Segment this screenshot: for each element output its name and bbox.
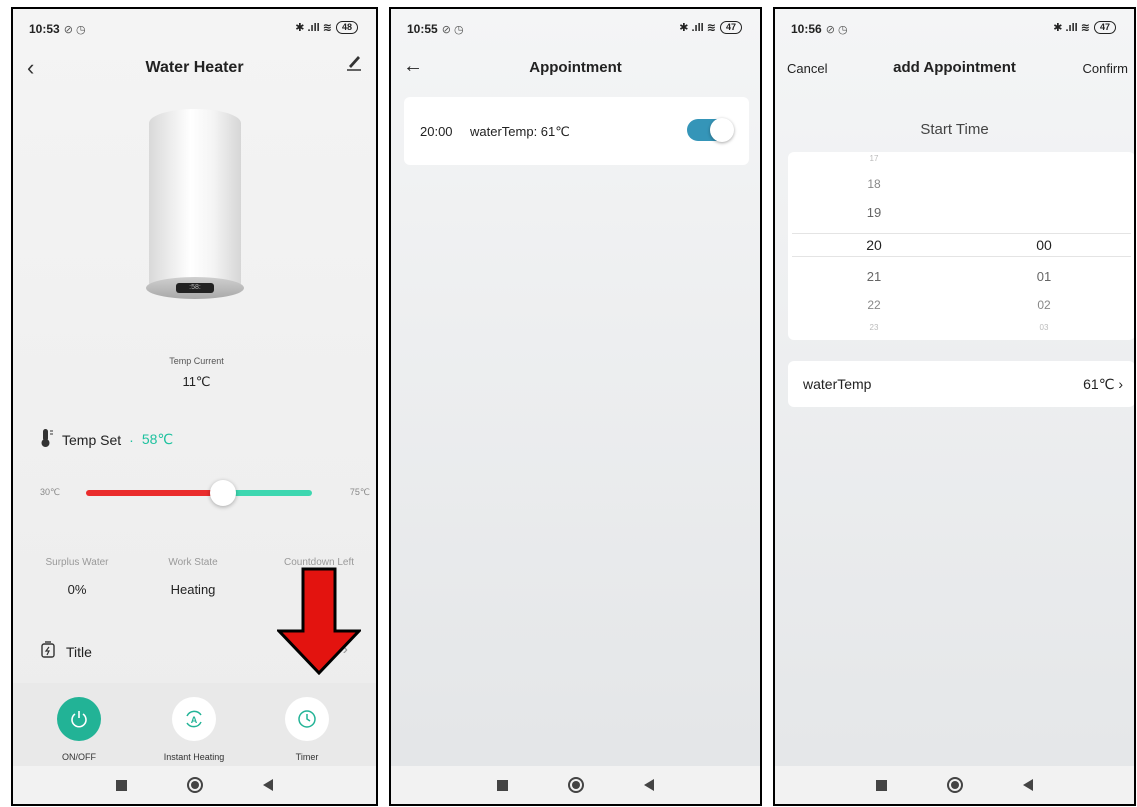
water-heater-image: :58: bbox=[146, 109, 244, 299]
page-title: Water Heater bbox=[145, 59, 244, 76]
hour-option: 23 bbox=[869, 323, 879, 332]
minute-selected: 00 bbox=[1036, 237, 1052, 253]
status-time: 10:55 bbox=[407, 22, 438, 36]
stat-label: Work State bbox=[168, 557, 218, 568]
water-heater-screen: 10:53 ⊘ ◷ ✱ .ıll ≋ 48 ‹ Water Heater :58:… bbox=[11, 7, 378, 806]
chevron-right-icon: › bbox=[1118, 376, 1123, 392]
hour-selected: 20 bbox=[866, 237, 882, 253]
back-nav-icon[interactable] bbox=[263, 779, 273, 791]
system-nav-bar bbox=[13, 766, 376, 804]
stat-value: 0% bbox=[67, 582, 87, 597]
battery-icon: 48 bbox=[335, 21, 358, 34]
svg-text:A: A bbox=[191, 715, 198, 725]
minute-option: 03 bbox=[1039, 323, 1049, 332]
alarm-icon: ⊘ ◷ bbox=[441, 24, 464, 36]
status-time: 10:53 bbox=[29, 22, 60, 36]
back-nav-icon[interactable] bbox=[1023, 779, 1033, 791]
clock-icon bbox=[298, 710, 316, 728]
start-time-label: Start Time bbox=[920, 121, 989, 138]
appointment-toggle[interactable] bbox=[687, 118, 734, 142]
temp-set-row: Temp Set · 58℃ bbox=[40, 428, 173, 451]
appointment-screen: 10:55 ⊘ ◷ ✱ .ıll ≋ 47 ← Appointment 20:00… bbox=[389, 7, 762, 806]
home-icon[interactable] bbox=[568, 777, 584, 793]
title-row-label: Title bbox=[66, 643, 92, 660]
status-time: 10:56 bbox=[791, 22, 822, 36]
title-row[interactable]: Title bbox=[40, 641, 92, 662]
timer-button[interactable]: Timer bbox=[257, 697, 357, 762]
timer-box-icon bbox=[40, 641, 56, 662]
slider-min-label: 30℃ bbox=[40, 487, 61, 497]
home-icon[interactable] bbox=[187, 777, 203, 793]
temp-set-value: 58℃ bbox=[141, 431, 174, 447]
action-label: Instant Heating bbox=[163, 752, 225, 762]
battery-icon: 47 bbox=[1093, 21, 1116, 34]
slider-max-label: 75℃ bbox=[349, 487, 370, 497]
picker-divider bbox=[792, 233, 1131, 234]
action-bar: ON/OFF A Instant Heating Timer bbox=[13, 683, 376, 770]
alarm-icon: ⊘ ◷ bbox=[63, 24, 86, 36]
slider-thumb[interactable] bbox=[210, 480, 236, 506]
recents-icon[interactable] bbox=[876, 779, 887, 791]
page-title: add Appointment bbox=[893, 59, 1016, 76]
time-picker[interactable]: 17 18 19 20 21 22 23 00 01 02 03 bbox=[788, 152, 1134, 340]
red-arrow-annotation bbox=[277, 567, 361, 675]
hour-option: 21 bbox=[866, 269, 882, 284]
signal-icon: ✱ .ıll ≋ bbox=[295, 22, 332, 34]
system-nav-bar bbox=[391, 766, 760, 804]
picker-divider bbox=[792, 256, 1131, 257]
action-label: ON/OFF bbox=[62, 752, 96, 762]
confirm-button[interactable]: Confirm bbox=[1082, 61, 1128, 76]
instant-heating-button[interactable]: A Instant Heating bbox=[144, 697, 244, 762]
hour-option: 22 bbox=[867, 298, 881, 312]
water-temp-row[interactable]: waterTemp 61℃ › bbox=[788, 361, 1134, 407]
stat-value: Heating bbox=[170, 582, 216, 597]
home-icon[interactable] bbox=[947, 777, 963, 793]
appointment-item[interactable]: 20:00 waterTemp: 61℃ bbox=[404, 97, 749, 165]
temp-slider[interactable]: 30℃ 75℃ bbox=[40, 480, 370, 506]
appointment-time: 20:00 bbox=[420, 124, 453, 139]
alarm-icon: ⊘ ◷ bbox=[825, 24, 848, 36]
stat-label: Surplus Water bbox=[45, 557, 109, 568]
battery-icon: 47 bbox=[719, 21, 742, 34]
power-button[interactable]: ON/OFF bbox=[29, 697, 129, 762]
system-nav-bar bbox=[775, 766, 1134, 804]
status-bar: 10:56 ⊘ ◷ ✱ .ıll ≋ 47 bbox=[775, 19, 1134, 39]
status-bar: 10:53 ⊘ ◷ ✱ .ıll ≋ 48 bbox=[13, 19, 376, 39]
slider-track-remaining bbox=[226, 490, 312, 496]
power-icon bbox=[71, 711, 87, 728]
recents-icon[interactable] bbox=[497, 779, 508, 791]
water-temp-label: waterTemp bbox=[803, 376, 872, 392]
hour-option: 17 bbox=[869, 154, 879, 163]
edit-icon[interactable] bbox=[346, 53, 362, 76]
hour-option: 19 bbox=[866, 205, 882, 220]
instant-heating-icon: A bbox=[186, 710, 202, 728]
add-appointment-screen: 10:56 ⊘ ◷ ✱ .ıll ≋ 47 Cancel add Appointm… bbox=[773, 7, 1136, 806]
minute-option: 02 bbox=[1037, 298, 1051, 312]
slider-track-filled bbox=[86, 490, 226, 496]
stat-surplus-water: Surplus Water 0% bbox=[27, 557, 127, 597]
signal-icon: ✱ .ıll ≋ bbox=[679, 22, 716, 34]
hour-option: 18 bbox=[867, 177, 881, 191]
signal-icon: ✱ .ıll ≋ bbox=[1053, 22, 1090, 34]
recents-icon[interactable] bbox=[116, 779, 127, 791]
stat-work-state: Work State Heating bbox=[143, 557, 243, 597]
thermometer-icon bbox=[40, 428, 54, 451]
action-label: Timer bbox=[295, 752, 319, 762]
status-bar: 10:55 ⊘ ◷ ✱ .ıll ≋ 47 bbox=[391, 19, 760, 39]
back-nav-icon[interactable] bbox=[644, 779, 654, 791]
page-title: Appointment bbox=[529, 59, 622, 76]
water-temp-value: 61℃ bbox=[1083, 376, 1115, 392]
temp-current-label: Temp Current bbox=[169, 356, 224, 366]
temp-set-label: Temp Set bbox=[62, 431, 122, 448]
temp-current-value: 11℃ bbox=[182, 374, 211, 389]
minute-option: 01 bbox=[1036, 269, 1052, 284]
temp-set-separator: · bbox=[129, 431, 134, 448]
appointment-desc: waterTemp: 61℃ bbox=[470, 124, 570, 139]
heater-display: :58: bbox=[176, 283, 214, 293]
